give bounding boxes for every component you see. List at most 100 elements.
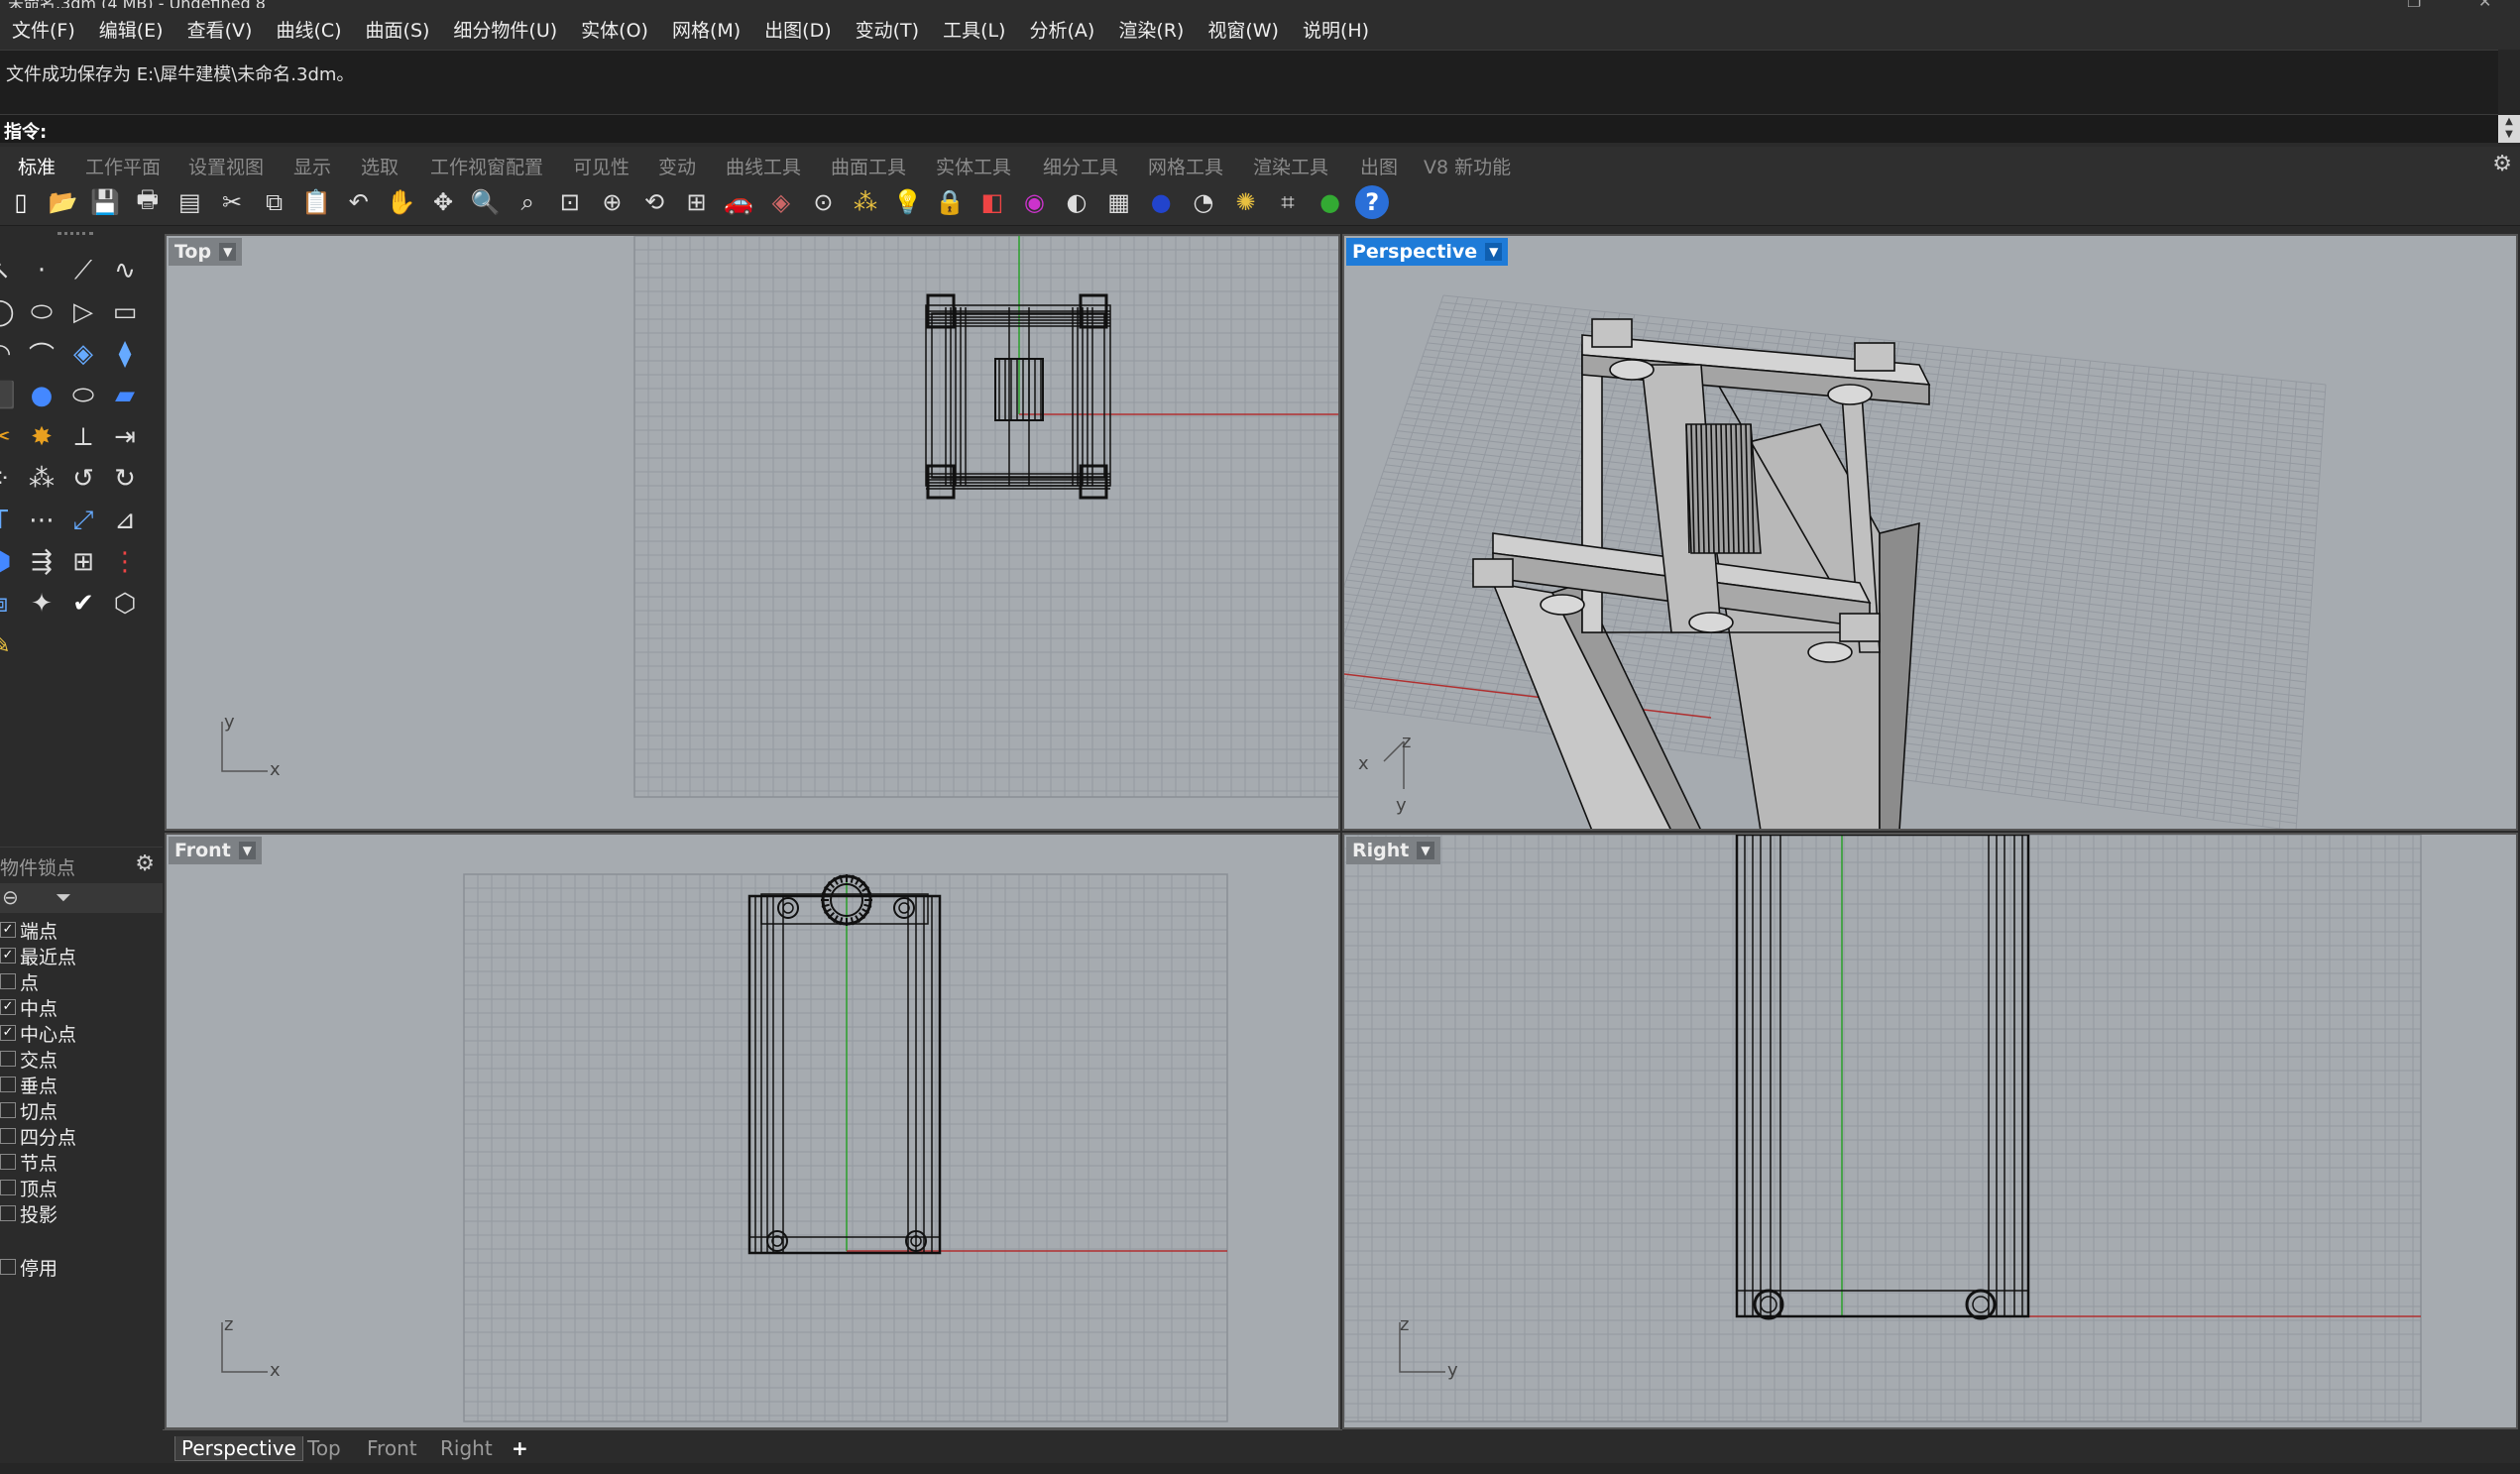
cylinder-icon[interactable]: ⬭	[65, 379, 101, 412]
viewport-menu-arrow-icon[interactable]: ▼	[1485, 243, 1503, 261]
point-cloud-icon[interactable]: ⁘	[0, 462, 18, 496]
zoom-icon[interactable]: 🔍	[469, 185, 503, 219]
viewport-perspective[interactable]: Perspective ▼ z x y	[1342, 234, 2518, 831]
history-scrollbar[interactable]	[2498, 50, 2520, 115]
osnap-item[interactable]: ✓ 端点	[0, 917, 57, 943]
osnap-checkbox[interactable]: ✓	[0, 1025, 16, 1041]
grid-snap-icon[interactable]: ⌗	[1271, 185, 1305, 219]
polyline-icon[interactable]: ⟋	[65, 254, 101, 287]
osnap-item[interactable]: 垂点	[0, 1072, 57, 1097]
tab-15[interactable]: V8 新功能	[1424, 153, 1511, 179]
polygon-icon[interactable]: ▷	[65, 295, 101, 329]
shade-icon[interactable]: ◐	[1060, 185, 1093, 219]
pencil-icon[interactable]: ✎	[0, 628, 18, 662]
vptab-top[interactable]: Top	[307, 1436, 341, 1460]
osnap-item[interactable]: ✓ 中点	[0, 994, 57, 1020]
osnap-checkbox[interactable]: ✓	[0, 999, 16, 1015]
zoom-window-icon[interactable]: ⌕	[511, 185, 544, 219]
text-icon[interactable]: T	[0, 504, 18, 537]
osnap-item[interactable]: 顶点	[0, 1175, 57, 1200]
osnap-item[interactable]: 四分点	[0, 1123, 76, 1149]
color-wheel-icon[interactable]: ◉	[1017, 185, 1051, 219]
circle-icon[interactable]: ◯	[0, 295, 18, 329]
command-scroll-buttons[interactable]: ▲ ▼	[2498, 115, 2520, 143]
tab-6[interactable]: 可见性	[573, 153, 630, 179]
zoom-selected-icon[interactable]: ⊕	[595, 185, 629, 219]
menu-item-1[interactable]: 编辑(E)	[87, 16, 175, 43]
viewport-tab-right[interactable]: Right ▼	[1346, 837, 1440, 864]
tab-8[interactable]: 曲线工具	[726, 153, 801, 179]
tab-1[interactable]: 工作平面	[85, 153, 161, 179]
save-icon[interactable]: 💾	[88, 185, 122, 219]
paste-icon[interactable]: 📋	[299, 185, 333, 219]
osnap-item[interactable]: 投影	[0, 1200, 57, 1226]
material-icon[interactable]: ◔	[1187, 185, 1220, 219]
osnap-item[interactable]: 节点	[0, 1149, 57, 1175]
curve-icon[interactable]: ∿	[107, 254, 143, 287]
restore-window-icon[interactable]: ❐	[2407, 0, 2421, 8]
open-file-icon[interactable]: 📂	[47, 185, 80, 219]
fence-icon[interactable]: ⇶	[24, 545, 59, 579]
osnap-disable-checkbox[interactable]	[0, 1259, 16, 1275]
cplane-icon[interactable]: ⊙	[806, 185, 840, 219]
rebuild-icon[interactable]: ↺	[65, 462, 101, 496]
shape-icon[interactable]: ⧈	[0, 587, 18, 621]
tab-4[interactable]: 选取	[361, 153, 399, 179]
osnap-item[interactable]: 切点	[0, 1097, 57, 1123]
menu-item-5[interactable]: 细分物件(U)	[441, 16, 569, 43]
vptab-right[interactable]: Right	[440, 1436, 493, 1460]
analysis-icon[interactable]: ✦	[24, 587, 59, 621]
solid-icon[interactable]: ⬢	[0, 545, 18, 579]
viewport-tab-front[interactable]: Front ▼	[169, 837, 263, 864]
sweep-icon[interactable]: ↻	[107, 462, 143, 496]
viewport-top[interactable]: Top ▼ y x	[165, 234, 1340, 831]
planet-icon[interactable]: ●	[1314, 185, 1347, 219]
osnap-checkbox[interactable]	[0, 1128, 16, 1144]
layer-icon[interactable]: ◧	[975, 185, 1009, 219]
viewport-menu-arrow-icon[interactable]: ▼	[238, 842, 257, 859]
mesh-plane-icon[interactable]: ▰	[107, 379, 143, 412]
new-file-icon[interactable]: ▯	[4, 185, 38, 219]
tab-0[interactable]: 标准	[18, 153, 56, 179]
help-icon[interactable]: ?	[1355, 185, 1390, 219]
split-icon[interactable]: ⟂	[65, 420, 101, 454]
osnap-item[interactable]: ✓ 最近点	[0, 943, 76, 968]
osnap-item[interactable]: 点	[0, 968, 39, 994]
osnap-item[interactable]: ✓ 中心点	[0, 1020, 76, 1046]
undo-view-icon[interactable]: ⟲	[637, 185, 671, 219]
grid-array-icon[interactable]: ⊞	[65, 545, 101, 579]
viewport-menu-arrow-icon[interactable]: ▼	[219, 243, 237, 261]
osnap-checkbox[interactable]	[0, 1205, 16, 1221]
car-icon[interactable]: 🚗	[722, 185, 755, 219]
rotate-view-icon[interactable]: ✥	[426, 185, 460, 219]
rectangle-icon[interactable]: ▭	[107, 295, 143, 329]
menu-item-3[interactable]: 曲线(C)	[264, 16, 353, 43]
tab-12[interactable]: 网格工具	[1148, 153, 1223, 179]
color-picker-icon[interactable]: ⋮	[107, 545, 143, 579]
pan-icon[interactable]: ✋	[384, 185, 417, 219]
osnap-checkbox[interactable]: ✓	[0, 922, 16, 938]
command-line[interactable]: 指令:	[0, 115, 2498, 143]
menu-item-7[interactable]: 网格(M)	[660, 16, 752, 43]
print-icon[interactable]: 🖶	[131, 185, 165, 219]
ellipse-icon[interactable]: ⬭	[24, 295, 59, 329]
loft-icon[interactable]: ⧫	[107, 337, 143, 371]
named-views-icon[interactable]: ◈	[764, 185, 798, 219]
menu-item-13[interactable]: 视窗(W)	[1196, 16, 1291, 43]
group-icon[interactable]: ⁂	[24, 462, 59, 496]
import-icon[interactable]: ▤	[172, 185, 206, 219]
osnap-toggle-icon[interactable]: ⊖	[2, 885, 19, 909]
sphere-render-icon[interactable]: ●	[1144, 185, 1178, 219]
tab-2[interactable]: 设置视图	[188, 153, 264, 179]
osnap-checkbox[interactable]	[0, 973, 16, 989]
render-preview-icon[interactable]: ▦	[1102, 185, 1136, 219]
toolbar-settings-gear-icon[interactable]: ⚙	[2492, 152, 2512, 176]
vptab-perspective[interactable]: Perspective	[174, 1436, 303, 1461]
menu-item-4[interactable]: 曲面(S)	[354, 16, 442, 43]
light-bulb-icon[interactable]: 💡	[891, 185, 925, 219]
osnap-checkbox[interactable]	[0, 1180, 16, 1195]
menu-item-10[interactable]: 工具(L)	[931, 16, 1017, 43]
arc-icon[interactable]: ◠	[0, 337, 18, 371]
vptab-front[interactable]: Front	[367, 1436, 417, 1460]
viewport-menu-arrow-icon[interactable]: ▼	[1417, 842, 1434, 859]
